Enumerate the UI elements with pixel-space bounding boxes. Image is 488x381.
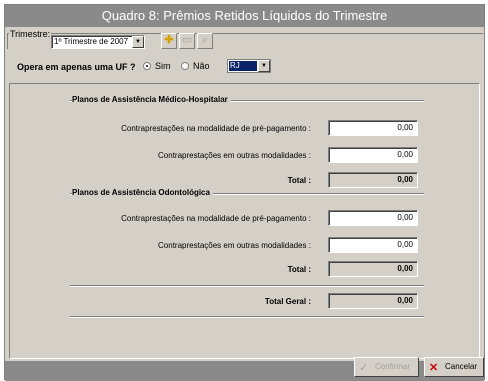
close-icon: ✕ [429,362,439,374]
confirm-label: Confirmar [375,362,411,371]
radio-nao[interactable] [181,62,189,70]
search-icon[interactable]: ⌕ [197,33,213,49]
uf-question: Opera em apenas uma UF ? [17,62,136,72]
total-geral-label: Total Geral : [264,297,311,306]
total-geral-value: 0,00 [328,293,418,309]
odonto-pre-label: Contraprestações na modalidade de pré-pa… [121,214,311,223]
confirm-button[interactable]: ✓ Confirmar [354,357,419,377]
odonto-outras-label: Contraprestações em outras modalidades : [158,241,311,250]
check-icon: ✓ [359,362,369,374]
group-title-odonto: Planos de Assistência Odontológica [72,188,213,197]
add-icon[interactable]: ✚ [161,33,177,49]
medico-outras-input[interactable]: 0,00 [328,147,418,163]
radio-sim[interactable] [143,62,151,70]
odonto-outras-input[interactable]: 0,00 [328,237,418,253]
trimestre-value: 1º Trimestre de 2007 [54,37,129,46]
trimestre-label: Trimestre: [9,29,52,39]
radio-nao-label: Não [193,61,210,71]
odonto-total-value: 0,00 [328,261,418,277]
medico-total-label: Total : [287,176,311,185]
radio-sim-label: Sim [155,61,171,71]
odonto-pre-input[interactable]: 0,00 [328,210,418,226]
medico-total-value: 0,00 [328,172,418,188]
toolbar: Trimestre: 1º Trimestre de 2007 ▼ ✚ ▭ ⌕ … [5,27,484,77]
medico-outras-label: Contraprestações em outras modalidades : [158,151,311,160]
cancel-label: Cancelar [445,362,478,371]
medico-pre-label: Contraprestações na modalidade de pré-pa… [121,124,311,133]
trimestre-select[interactable]: 1º Trimestre de 2007 ▼ [51,35,145,49]
group-title-medico: Planos de Assistência Médico-Hospitalar [72,95,231,104]
divider [70,285,424,287]
window-title: Quadro 8: Prêmios Retidos Líquidos do Tr… [5,5,484,27]
remove-icon[interactable]: ▭ [179,33,195,49]
cancel-button[interactable]: ✕ Cancelar [424,357,484,377]
dialog-window: Quadro 8: Prêmios Retidos Líquidos do Tr… [4,4,485,381]
divider [70,316,424,318]
form-panel: Planos de Assistência Médico-Hospitalar … [9,83,480,359]
uf-select[interactable]: RJ ▼ [227,59,271,73]
chevron-down-icon[interactable]: ▼ [132,36,144,48]
odonto-total-label: Total : [287,265,311,274]
medico-pre-input[interactable]: 0,00 [328,120,418,136]
uf-value: RJ [229,61,257,71]
chevron-down-icon[interactable]: ▼ [258,60,270,72]
